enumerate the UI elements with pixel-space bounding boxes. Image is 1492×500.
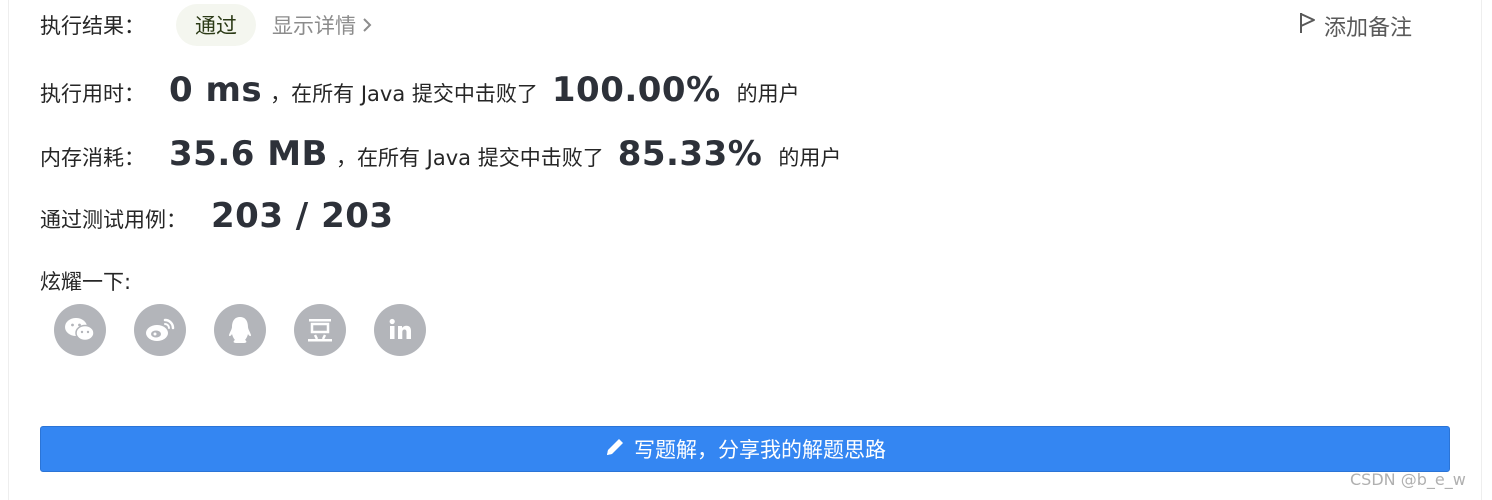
- share-icon-group: [54, 304, 426, 356]
- wechat-share-button[interactable]: [54, 304, 106, 356]
- runtime-suffix: 的用户: [736, 82, 800, 106]
- tests-value: 203 / 203: [211, 196, 394, 236]
- memory-suffix: 的用户: [778, 146, 842, 170]
- pencil-icon: [604, 436, 626, 463]
- write-solution-button[interactable]: 写题解，分享我的解题思路: [40, 426, 1450, 472]
- write-solution-label: 写题解，分享我的解题思路: [634, 438, 886, 462]
- memory-percent: 85.33%: [617, 134, 763, 174]
- add-note-button[interactable]: 添加备注: [1298, 10, 1412, 42]
- weibo-share-button[interactable]: [134, 304, 186, 356]
- tests-row: 通过测试用例： 203 / 203: [40, 196, 394, 236]
- status-text: 通过: [195, 14, 237, 38]
- qq-share-button[interactable]: [214, 304, 266, 356]
- douban-icon: [308, 319, 332, 342]
- memory-mid-text: ，在所有 Java 提交中击败了: [335, 146, 604, 170]
- runtime-label: 执行用时：: [40, 82, 145, 106]
- memory-value: 35.6 MB: [169, 134, 328, 174]
- tests-label: 通过测试用例：: [40, 208, 187, 232]
- add-note-label: 添加备注: [1324, 16, 1413, 41]
- watermark: CSDN @b_e_w: [1350, 470, 1466, 489]
- status-badge: 通过: [176, 4, 256, 46]
- flag-icon: [1298, 11, 1316, 41]
- show-details-link[interactable]: 显示详情: [272, 10, 372, 40]
- douban-share-button[interactable]: [294, 304, 346, 356]
- qq-icon: [229, 317, 251, 343]
- chevron-right-icon: [362, 13, 372, 37]
- runtime-mid-text: ，在所有 Java 提交中击败了: [270, 82, 538, 106]
- memory-row: 内存消耗： 35.6 MB ，在所有 Java 提交中击败了 85.33% 的用…: [40, 134, 841, 174]
- memory-label: 内存消耗：: [40, 146, 145, 170]
- wechat-icon: [65, 318, 95, 342]
- runtime-row: 执行用时： 0 ms ，在所有 Java 提交中击败了 100.00% 的用户: [40, 70, 800, 110]
- weibo-icon: [146, 318, 175, 341]
- linkedin-share-button[interactable]: [374, 304, 426, 356]
- runtime-percent: 100.00%: [551, 70, 721, 110]
- share-label: 炫耀一下:: [40, 270, 132, 294]
- runtime-value: 0 ms: [169, 70, 263, 110]
- linkedin-icon: [389, 318, 411, 339]
- show-details-label: 显示详情: [272, 14, 356, 38]
- result-label: 执行结果：: [40, 14, 145, 38]
